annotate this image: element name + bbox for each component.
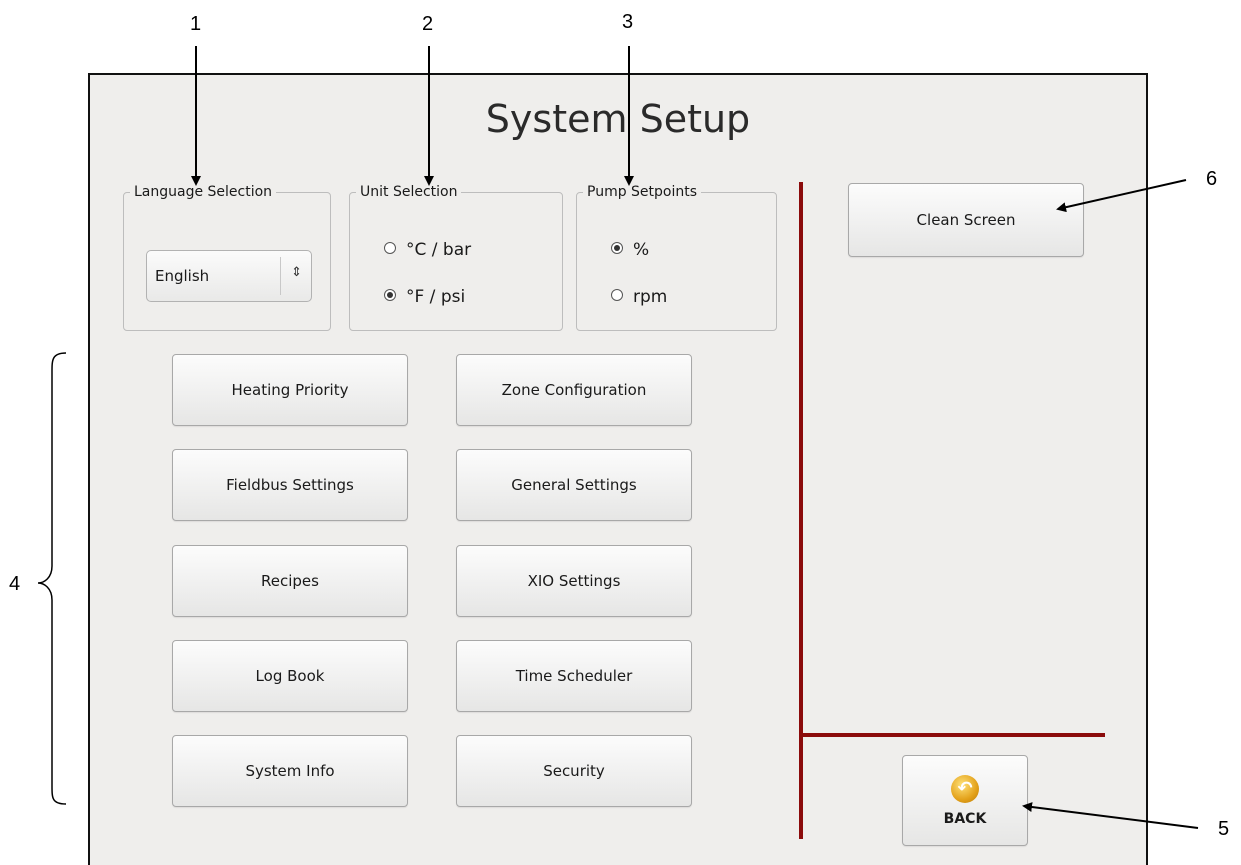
annotation-overlay: [37, 46, 1199, 829]
callout-6-arrow: [1056, 179, 1187, 213]
callout-5-arrow: [1022, 802, 1199, 829]
callout-4-bracket: [37, 352, 67, 805]
